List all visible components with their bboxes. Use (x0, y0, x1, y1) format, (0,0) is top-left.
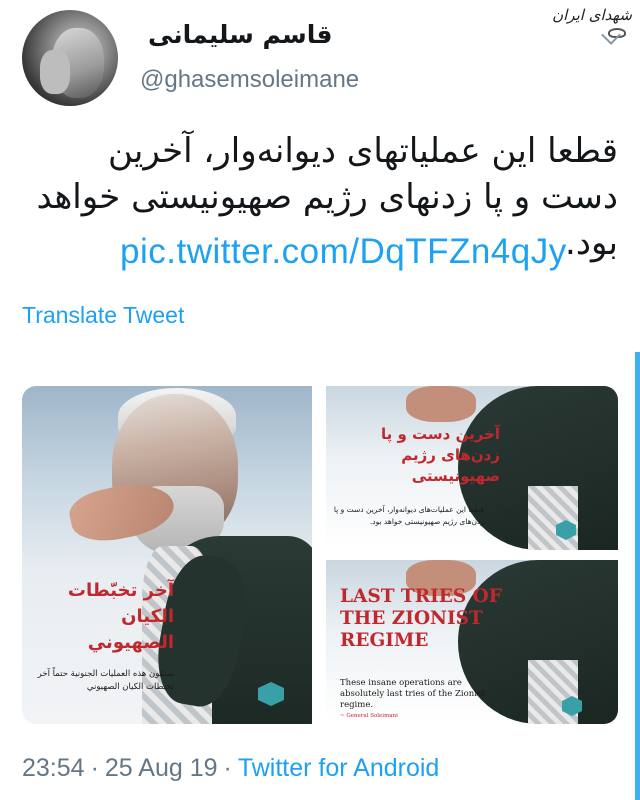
poster-signature: ~ General Soleimani (340, 713, 398, 719)
poster-hand (406, 386, 476, 422)
media-image-persian-poster[interactable]: آخرین دست و پا زدن‌های رژیم صهیونیستی قط… (326, 386, 618, 550)
poster-title-arabic: آخر تخبّطات الكيان الصهيوني (67, 580, 174, 653)
tweet-meta: 23:54 · 25 Aug 19 · Twitter for Android (22, 754, 439, 783)
poster-subtitle-persian: قطعا این عملیات‌های دیوانه‌وار، آخرین دس… (333, 505, 484, 526)
poster-scarf (528, 486, 578, 550)
user-handle[interactable]: @ghasemsoleimane (140, 66, 359, 94)
avatar-hand (40, 50, 70, 94)
watermark: شهدای ایران (552, 6, 632, 24)
media-grid: آخر تخبّطات الكيان الصهيوني ستكون هذه ال… (22, 386, 618, 724)
tweet-media-link[interactable]: pic.twitter.com/DqTFZn4qJy (120, 232, 567, 272)
poster-title-english: LAST TRIES OF THE ZIONIST REGIME (340, 586, 502, 651)
tweet-date: 25 Aug 19 (104, 754, 218, 782)
poster-subtitle-arabic: ستكون هذه العمليات الجنونية حتماً آخر تخ… (37, 669, 174, 692)
media-image-english-poster[interactable]: LAST TRIES OF THE ZIONIST REGIME These i… (326, 560, 618, 724)
media-image-arabic-poster[interactable]: آخر تخبّطات الكيان الصهيوني ستكون هذه ال… (22, 386, 312, 724)
scrollbar[interactable] (635, 352, 640, 800)
tweet-source-link[interactable]: Twitter for Android (238, 754, 439, 782)
avatar[interactable] (22, 10, 118, 106)
poster-title-persian: آخرین دست و پا زدن‌های رژیم صهیونیستی (381, 425, 500, 485)
display-name[interactable]: قاسم سلیمانی (148, 20, 332, 49)
separator: · (90, 754, 99, 782)
separator: · (223, 754, 232, 782)
tweet-time: 23:54 (22, 754, 85, 782)
poster-subtitle-english: These insane operations are absolutely l… (340, 678, 485, 710)
translate-tweet-link[interactable]: Translate Tweet (22, 302, 184, 329)
